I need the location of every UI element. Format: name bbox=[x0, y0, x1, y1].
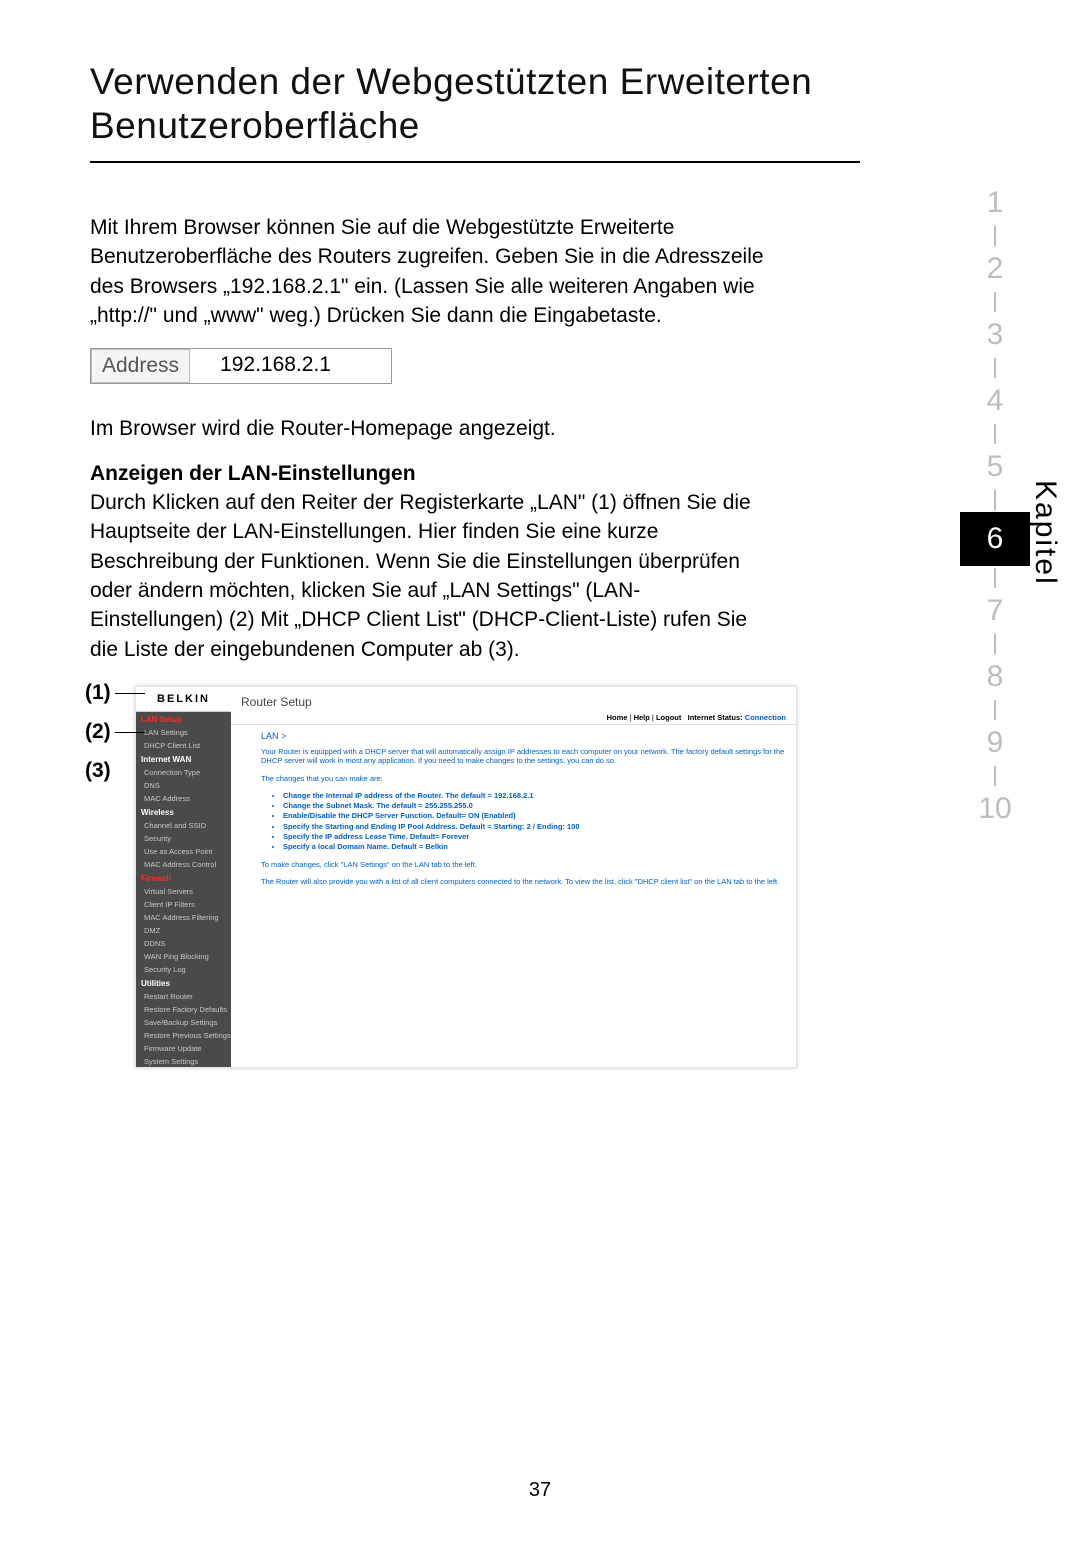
callout-1: (1) bbox=[85, 681, 111, 704]
router-topbar: Home | Help | Logout Internet Status: Co… bbox=[231, 711, 796, 725]
sidebar-dmz[interactable]: DMZ bbox=[136, 924, 231, 937]
sidebar-restprev[interactable]: Restore Previous Settings bbox=[136, 1029, 231, 1042]
sidebar-conn-type[interactable]: Connection Type bbox=[136, 766, 231, 779]
callout-2: (2) bbox=[85, 720, 111, 743]
chapter-link-1[interactable]: 1 bbox=[960, 180, 1030, 226]
title-rule bbox=[90, 161, 860, 163]
router-sidebar: BELKIN LAN Setup LAN Settings DHCP Clien… bbox=[136, 687, 231, 1067]
chapter-nav: 1 2 3 4 5 6 7 8 9 10 bbox=[960, 180, 1030, 832]
sidebar-dhcp-client[interactable]: DHCP Client List bbox=[136, 739, 231, 752]
chapter-link-3[interactable]: 3 bbox=[960, 312, 1030, 358]
sidebar-fwupdate[interactable]: Firmware Update bbox=[136, 1042, 231, 1055]
chapter-link-2[interactable]: 2 bbox=[960, 246, 1030, 292]
intro-paragraph: Mit Ihrem Browser können Sie auf die Web… bbox=[90, 213, 770, 331]
sidebar-dns[interactable]: DNS bbox=[136, 779, 231, 792]
top-home[interactable]: Home bbox=[607, 713, 628, 722]
sidebar-lan-setup[interactable]: LAN Setup bbox=[136, 712, 231, 726]
sidebar-macac[interactable]: MAC Address Control bbox=[136, 858, 231, 871]
sidebar-macaf[interactable]: MAC Address Filtering bbox=[136, 911, 231, 924]
router-ui: BELKIN LAN Setup LAN Settings DHCP Clien… bbox=[135, 686, 797, 1068]
top-logout[interactable]: Logout bbox=[656, 713, 681, 722]
sidebar-sysset[interactable]: System Settings bbox=[136, 1055, 231, 1068]
router-p2: The changes that you can make are: bbox=[231, 772, 796, 789]
bullet-5: Specify the IP address Lease Time. Defau… bbox=[283, 832, 796, 842]
chapter-link-9[interactable]: 9 bbox=[960, 720, 1030, 766]
manual-page: Verwenden der Webgestützten Erweiterten … bbox=[0, 0, 1080, 1542]
router-screenshot: (1) (2) (3) BELKIN LAN Setup LAN Setting… bbox=[90, 686, 860, 1068]
sidebar-mac[interactable]: MAC Address bbox=[136, 792, 231, 805]
router-p4: The Router will also provide you with a … bbox=[231, 875, 796, 892]
sidebar-firewall[interactable]: Firewall bbox=[136, 871, 231, 885]
router-p3: To make changes, click "LAN Settings" on… bbox=[231, 858, 796, 875]
sidebar-wireless[interactable]: Wireless bbox=[136, 805, 231, 819]
lan-subhead: Anzeigen der LAN-Einstellungen bbox=[90, 462, 990, 486]
sidebar-vservers[interactable]: Virtual Servers bbox=[136, 885, 231, 898]
sidebar-utilities[interactable]: Utilities bbox=[136, 976, 231, 990]
sidebar-restart[interactable]: Restart Router bbox=[136, 990, 231, 1003]
chapter-link-5[interactable]: 5 bbox=[960, 444, 1030, 490]
sidebar-seclog[interactable]: Security Log bbox=[136, 963, 231, 976]
bullet-4: Specify the Starting and Ending IP Pool … bbox=[283, 822, 796, 832]
browser-address-bar: Address 192.168.2.1 bbox=[90, 348, 392, 384]
router-main: Router Setup Home | Help | Logout Intern… bbox=[231, 687, 796, 1067]
bullet-2: Change the Subnet Mask. The default = 25… bbox=[283, 801, 796, 811]
top-status-value: Connection bbox=[745, 713, 786, 722]
chapter-link-10[interactable]: 10 bbox=[960, 786, 1030, 832]
chapter-link-8[interactable]: 8 bbox=[960, 654, 1030, 700]
router-title: Router Setup bbox=[231, 687, 796, 711]
sidebar-lan-settings[interactable]: LAN Settings bbox=[136, 726, 231, 739]
belkin-logo: BELKIN bbox=[136, 687, 231, 712]
bullet-1: Change the Internal IP address of the Ro… bbox=[283, 791, 796, 801]
sidebar-internet-wan[interactable]: Internet WAN bbox=[136, 752, 231, 766]
router-bullets: Change the Internal IP address of the Ro… bbox=[283, 791, 796, 852]
page-number: 37 bbox=[0, 1479, 1080, 1502]
top-help[interactable]: Help bbox=[634, 713, 650, 722]
sidebar-ddns[interactable]: DDNS bbox=[136, 937, 231, 950]
top-status-label: Internet Status: bbox=[688, 713, 743, 722]
router-p1: Your Router is equipped with a DHCP serv… bbox=[231, 745, 796, 772]
page-title: Verwenden der Webgestützten Erweiterten … bbox=[90, 60, 990, 149]
sidebar-cipf[interactable]: Client IP Filters bbox=[136, 898, 231, 911]
address-label: Address bbox=[91, 349, 190, 383]
sidebar-restore[interactable]: Restore Factory Defaults bbox=[136, 1003, 231, 1016]
chapter-link-6[interactable]: 6 bbox=[960, 512, 1030, 566]
bullet-6: Specify a local Domain Name. Default = B… bbox=[283, 842, 796, 852]
address-value: 192.168.2.1 bbox=[190, 349, 391, 383]
chapter-link-4[interactable]: 4 bbox=[960, 378, 1030, 424]
lan-paragraph: Durch Klicken auf den Reiter der Registe… bbox=[90, 488, 770, 664]
breadcrumb: LAN > bbox=[231, 725, 796, 745]
callout-3: (3) bbox=[85, 759, 111, 782]
sidebar-security[interactable]: Security bbox=[136, 832, 231, 845]
sidebar-channel[interactable]: Channel and SSID bbox=[136, 819, 231, 832]
sidebar-wanping[interactable]: WAN Ping Blocking bbox=[136, 950, 231, 963]
kapitel-label: Kapitel bbox=[1028, 480, 1062, 586]
chapter-link-7[interactable]: 7 bbox=[960, 588, 1030, 634]
after-address-text: Im Browser wird die Router-Homepage ange… bbox=[90, 414, 770, 443]
callout-numbers: (1) (2) (3) bbox=[85, 681, 135, 798]
bullet-3: Enable/Disable the DHCP Server Function.… bbox=[283, 811, 796, 821]
sidebar-uap[interactable]: Use as Access Point bbox=[136, 845, 231, 858]
sidebar-saveback[interactable]: Save/Backup Settings bbox=[136, 1016, 231, 1029]
